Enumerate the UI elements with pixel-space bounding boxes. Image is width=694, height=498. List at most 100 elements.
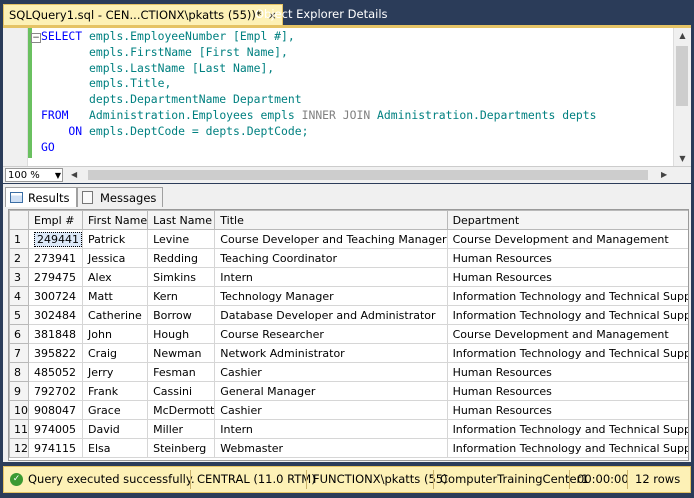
editor-vertical-scrollbar[interactable]: ▲ ▼	[673, 28, 691, 167]
table-cell[interactable]: 792702	[28, 381, 83, 401]
table-cell[interactable]: John	[81, 324, 149, 344]
table-cell[interactable]: Newman	[147, 343, 216, 363]
row-number[interactable]: 7	[9, 343, 29, 363]
table-cell[interactable]: Course Development and Management	[446, 324, 688, 344]
scroll-right-icon[interactable]: ▶	[661, 167, 667, 183]
table-cell[interactable]: 908047	[28, 400, 83, 420]
table-cell[interactable]: Information Technology and Technical Sup…	[446, 305, 688, 325]
table-cell[interactable]: Human Resources	[446, 248, 688, 268]
table-cell[interactable]: Human Resources	[446, 400, 688, 420]
zoom-select[interactable]: 100 % ▼	[5, 168, 63, 182]
table-cell[interactable]: Course Development and Management	[446, 229, 688, 249]
table-cell[interactable]: Course Researcher	[214, 324, 448, 344]
table-cell[interactable]: Human Resources	[446, 362, 688, 382]
tab-messages[interactable]: Messages	[77, 187, 164, 207]
table-cell[interactable]: 485052	[28, 362, 83, 382]
column-header[interactable]: Empl #	[28, 210, 83, 230]
code-line[interactable]: SELECT empls.EmployeeNumber [Empl #],	[41, 29, 597, 45]
table-cell[interactable]: 300724	[28, 286, 83, 306]
horizontal-scroll-thumb[interactable]	[88, 170, 648, 180]
column-header[interactable]: First Name	[81, 210, 149, 230]
table-cell[interactable]: 974115	[28, 438, 83, 458]
table-cell[interactable]: Hough	[147, 324, 216, 344]
table-cell[interactable]: Cashier	[214, 400, 448, 420]
table-cell[interactable]: David	[81, 419, 149, 439]
table-cell[interactable]: Elsa	[81, 438, 149, 458]
table-row[interactable]: 3 279475 Alex Simkins Intern Human Resources	[9, 267, 688, 287]
row-number[interactable]: 3	[9, 267, 29, 287]
row-number[interactable]: 5	[9, 305, 29, 325]
tab-object-explorer-details[interactable]: Object Explorer Details	[250, 4, 393, 25]
code-line[interactable]: GO	[41, 140, 597, 156]
row-number[interactable]: 11	[9, 419, 29, 439]
table-cell[interactable]: 279475	[28, 267, 83, 287]
table-cell[interactable]: 381848	[28, 324, 83, 344]
table-cell[interactable]: Intern	[214, 419, 448, 439]
tab-results[interactable]: Results	[5, 187, 77, 207]
row-number[interactable]: 12	[9, 438, 29, 458]
table-cell[interactable]: Course Developer and Teaching Manager	[214, 229, 448, 249]
table-row[interactable]: 10 908047 Grace McDermott Cashier Human Resou…	[9, 400, 688, 420]
table-cell[interactable]: Patrick	[81, 229, 149, 249]
table-row[interactable]: 7 395822 Craig Newman Network Administrator I…	[9, 343, 688, 363]
row-number-header[interactable]	[9, 210, 29, 230]
scroll-down-icon[interactable]: ▼	[674, 151, 691, 167]
table-row[interactable]: 11 974005 David Miller Intern Information Tec…	[9, 419, 688, 439]
table-cell[interactable]: Borrow	[147, 305, 216, 325]
row-number[interactable]: 2	[9, 248, 29, 268]
table-cell[interactable]: Grace	[81, 400, 149, 420]
table-cell[interactable]: Cashier	[214, 362, 448, 382]
query-editor[interactable]: − SELECT empls.EmployeeNumber [Empl #], …	[3, 25, 691, 167]
table-cell[interactable]: 273941	[28, 248, 83, 268]
table-cell[interactable]: Steinberg	[147, 438, 216, 458]
row-number[interactable]: 1	[9, 229, 29, 249]
code-line[interactable]: empls.LastName [Last Name],	[41, 61, 597, 77]
code-line[interactable]: FROM Administration.Employees empls INNE…	[41, 108, 597, 124]
table-cell[interactable]: Human Resources	[446, 381, 688, 401]
table-cell[interactable]: Network Administrator	[214, 343, 448, 363]
code-line[interactable]: ON empls.DeptCode = depts.DeptCode;	[41, 124, 597, 140]
table-cell[interactable]: 395822	[28, 343, 83, 363]
table-cell[interactable]: Frank	[81, 381, 149, 401]
table-cell[interactable]: Jerry	[81, 362, 149, 382]
table-cell[interactable]: Information Technology and Technical Sup…	[446, 419, 688, 439]
table-cell[interactable]: Fesman	[147, 362, 216, 382]
table-row[interactable]: 5 302484 Catherine Borrow Database Developer…	[9, 305, 688, 325]
sql-code[interactable]: SELECT empls.EmployeeNumber [Empl #], em…	[41, 29, 597, 155]
row-number[interactable]: 9	[9, 381, 29, 401]
table-cell[interactable]: Cassini	[147, 381, 216, 401]
table-cell[interactable]: Redding	[147, 248, 216, 268]
table-cell[interactable]: Levine	[147, 229, 216, 249]
table-row[interactable]: 2 273941 Jessica Redding Teaching Coordinato…	[9, 248, 688, 268]
table-cell[interactable]: Intern	[214, 267, 448, 287]
table-row[interactable]: 1 249441 Patrick Levine Course Developer and…	[9, 229, 688, 249]
scroll-up-icon[interactable]: ▲	[674, 28, 691, 44]
table-row[interactable]: 6 381848 John Hough Course Researcher Course …	[9, 324, 688, 344]
table-row[interactable]: 12 974115 Elsa Steinberg Webmaster Informatio…	[9, 438, 688, 458]
table-cell[interactable]: Jessica	[81, 248, 149, 268]
table-cell[interactable]: Information Technology and Technical Sup…	[446, 286, 688, 306]
table-cell[interactable]: Database Developer and Administrator	[214, 305, 448, 325]
column-header[interactable]: Department	[446, 210, 688, 230]
code-line[interactable]: empls.FirstName [First Name],	[41, 45, 597, 61]
table-cell[interactable]: 302484	[28, 305, 83, 325]
table-row[interactable]: 4 300724 Matt Kern Technology Manager Informa…	[9, 286, 688, 306]
table-row[interactable]: 8 485052 Jerry Fesman Cashier Human Resources	[9, 362, 688, 382]
table-cell[interactable]: Kern	[147, 286, 216, 306]
table-cell[interactable]: 974005	[28, 419, 83, 439]
table-cell[interactable]: Webmaster	[214, 438, 448, 458]
table-cell[interactable]: General Manager	[214, 381, 448, 401]
table-cell[interactable]: Simkins	[147, 267, 216, 287]
table-cell[interactable]: Human Resources	[446, 267, 688, 287]
code-line[interactable]: empls.Title,	[41, 76, 597, 92]
scroll-thumb[interactable]	[676, 46, 688, 106]
column-header[interactable]: Last Name	[147, 210, 216, 230]
collapse-icon[interactable]: −	[31, 33, 41, 43]
table-cell[interactable]: Catherine	[81, 305, 149, 325]
table-cell[interactable]: Miller	[147, 419, 216, 439]
code-line[interactable]: depts.DepartmentName Department	[41, 92, 597, 108]
table-row[interactable]: 9 792702 Frank Cassini General Manager Human …	[9, 381, 688, 401]
table-cell[interactable]: Teaching Coordinator	[214, 248, 448, 268]
table-cell[interactable]: 249441	[28, 229, 83, 249]
table-cell[interactable]: McDermott	[147, 400, 216, 420]
